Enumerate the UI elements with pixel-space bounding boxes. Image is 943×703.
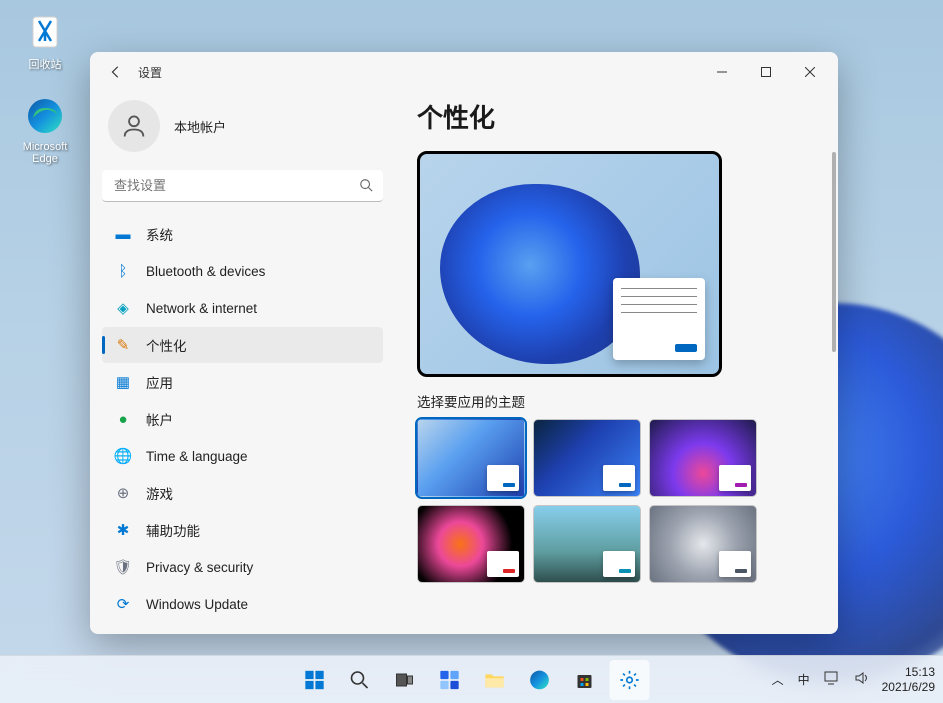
volume-tray-icon[interactable] — [852, 669, 872, 690]
taskbar-center — [294, 660, 649, 700]
preview-window-card — [613, 278, 705, 360]
avatar — [108, 100, 160, 152]
search-input[interactable] — [102, 170, 383, 202]
network-tray-icon[interactable] — [822, 669, 842, 690]
nav-accessibility[interactable]: ✱ 辅助功能 — [102, 512, 383, 548]
nav-privacy[interactable]: 🛡 Privacy & security — [102, 549, 383, 585]
maximize-button[interactable] — [744, 57, 788, 87]
clock-time: 15:13 — [882, 665, 935, 680]
edge-taskbar-button[interactable] — [519, 660, 559, 700]
nav-label: Network & internet — [146, 301, 257, 316]
window-title: 设置 — [138, 64, 162, 81]
taskbar: ︿ 中 15:13 2021/6/29 — [0, 655, 943, 703]
theme-option-6[interactable] — [649, 505, 757, 583]
nav-label: 个性化 — [146, 335, 187, 355]
scrollbar[interactable] — [832, 152, 836, 352]
widgets-button[interactable] — [429, 660, 469, 700]
nav-system[interactable]: ▬ 系统 — [102, 216, 383, 252]
nav-apps[interactable]: ▦ 应用 — [102, 364, 383, 400]
search-button[interactable] — [339, 660, 379, 700]
theme-option-5[interactable] — [533, 505, 641, 583]
desktop: 回收站 Microsoft Edge 设置 本地帐户 — [0, 0, 943, 703]
close-button[interactable] — [788, 57, 832, 87]
theme-option-4[interactable] — [417, 505, 525, 583]
nav-label: Bluetooth & devices — [146, 264, 265, 279]
nav-label: 辅助功能 — [146, 520, 200, 540]
nav-gaming[interactable]: ⊕ 游戏 — [102, 475, 383, 511]
nav-accounts[interactable]: ● 帐户 — [102, 401, 383, 437]
file-explorer-button[interactable] — [474, 660, 514, 700]
system-tray: ︿ 中 15:13 2021/6/29 — [770, 665, 935, 695]
edge-icon — [24, 95, 66, 137]
theme-option-1[interactable] — [417, 419, 525, 497]
nav-list: ▬ 系统 ᛒ Bluetooth & devices ◈ Network & inte… — [102, 216, 383, 622]
clock-date: 2021/6/29 — [882, 680, 935, 695]
search-icon — [359, 178, 373, 197]
update-icon: ⟳ — [114, 595, 132, 613]
search-box — [102, 170, 383, 202]
settings-window: 设置 本地帐户 ▬系统 ᛒBluetoo — [90, 52, 838, 634]
nav-label: Windows Update — [146, 597, 248, 612]
theme-preview[interactable] — [417, 151, 722, 377]
gaming-icon: ⊕ — [114, 484, 132, 502]
theme-option-2[interactable] — [533, 419, 641, 497]
nav-label: Privacy & security — [146, 560, 253, 575]
person-icon: ● — [114, 410, 132, 428]
theme-select-label: 选择要应用的主题 — [417, 391, 820, 411]
store-button[interactable] — [564, 660, 604, 700]
globe-icon: 🌐 — [114, 447, 132, 465]
nav-personalization[interactable]: ✎ 个性化 — [102, 327, 383, 363]
nav-windows-update[interactable]: ⟳ Windows Update — [102, 586, 383, 622]
nav-bluetooth[interactable]: ᛒ Bluetooth & devices — [102, 253, 383, 289]
nav-label: Time & language — [146, 449, 248, 464]
preview-wallpaper — [440, 184, 640, 364]
wifi-icon: ◈ — [114, 299, 132, 317]
accessibility-icon: ✱ — [114, 521, 132, 539]
shield-icon: 🛡 — [114, 558, 132, 576]
apps-icon: ▦ — [114, 373, 132, 391]
nav-label: 系统 — [146, 224, 173, 244]
back-button[interactable] — [104, 60, 128, 84]
theme-option-3[interactable] — [649, 419, 757, 497]
bluetooth-icon: ᛒ — [114, 262, 132, 280]
start-button[interactable] — [294, 660, 334, 700]
system-icon: ▬ — [114, 225, 132, 243]
settings-taskbar-button[interactable] — [609, 660, 649, 700]
task-view-button[interactable] — [384, 660, 424, 700]
nav-network[interactable]: ◈ Network & internet — [102, 290, 383, 326]
desktop-icon-label: Microsoft Edge — [10, 141, 80, 165]
sidebar: 本地帐户 ▬ 系统 ᛒ Bluetooth & devices ◈ Network &… — [90, 92, 395, 634]
nav-label: 游戏 — [146, 483, 173, 503]
tray-chevron-icon[interactable]: ︿ — [770, 669, 786, 690]
clock[interactable]: 15:13 2021/6/29 — [882, 665, 935, 695]
desktop-icon-edge[interactable]: Microsoft Edge — [10, 95, 80, 165]
brush-icon: ✎ — [114, 336, 132, 354]
recycle-bin-icon — [24, 10, 66, 52]
ime-indicator[interactable]: 中 — [796, 669, 812, 690]
minimize-button[interactable] — [700, 57, 744, 87]
titlebar[interactable]: 设置 — [90, 52, 838, 92]
account-header[interactable]: 本地帐户 — [102, 92, 383, 170]
page-heading: 个性化 — [417, 98, 820, 135]
desktop-icon-recycle-bin[interactable]: 回收站 — [10, 10, 80, 72]
content-pane: 个性化 选择要应用的主题 — [395, 92, 838, 634]
desktop-icon-label: 回收站 — [10, 56, 80, 72]
account-label: 本地帐户 — [174, 117, 226, 136]
theme-grid — [417, 419, 820, 583]
nav-label: 帐户 — [146, 409, 173, 429]
nav-label: 应用 — [146, 372, 173, 392]
nav-time-language[interactable]: 🌐 Time & language — [102, 438, 383, 474]
